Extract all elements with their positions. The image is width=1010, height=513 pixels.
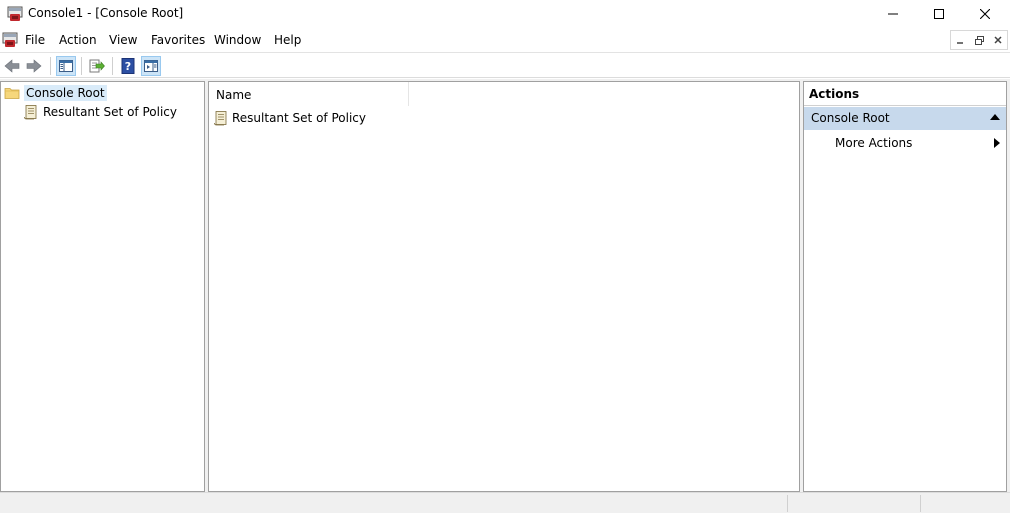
close-icon	[980, 9, 990, 19]
column-header-name[interactable]: Name	[209, 82, 409, 106]
action-pane-icon	[144, 60, 158, 72]
close-button[interactable]	[962, 0, 1008, 28]
menu-bar: File Action View Favorites Window Help	[0, 28, 1010, 52]
mdi-close-button[interactable]	[988, 31, 1007, 49]
status-separator	[920, 495, 921, 512]
maximize-button[interactable]	[916, 0, 962, 28]
show-hide-console-tree-button[interactable]	[56, 56, 76, 76]
restore-icon	[974, 35, 984, 45]
action-more-actions[interactable]: More Actions	[804, 132, 1006, 154]
mdi-window-controls	[950, 30, 1008, 50]
column-header-label: Name	[216, 88, 252, 102]
minimize-icon	[888, 13, 898, 15]
mdi-restore-button[interactable]	[970, 31, 989, 49]
status-bar	[0, 492, 1010, 513]
title-bar: Console1 - [Console Root]	[0, 0, 1010, 28]
list-item-label: Resultant Set of Policy	[232, 111, 366, 125]
menu-help[interactable]: Help	[274, 33, 301, 47]
toolbar-separator	[50, 57, 51, 75]
forward-icon	[26, 59, 42, 73]
help-button[interactable]: ?	[118, 56, 138, 76]
help-icon: ?	[121, 58, 135, 74]
policy-scroll-icon	[214, 111, 227, 126]
menu-favorites[interactable]: Favorites	[151, 33, 205, 47]
menu-window[interactable]: Window	[214, 33, 261, 47]
policy-scroll-icon	[24, 105, 37, 120]
minimize-icon	[957, 42, 964, 44]
list-item-resultant-set-of-policy[interactable]: Resultant Set of Policy	[213, 109, 366, 127]
mmc-app-icon[interactable]	[7, 6, 23, 22]
status-separator	[787, 495, 788, 512]
export-list-icon	[89, 59, 105, 73]
folder-icon	[4, 88, 20, 99]
menu-file[interactable]: File	[25, 33, 45, 47]
toolbar-separator	[81, 57, 82, 75]
tree-item-console-root[interactable]: Console Root	[4, 84, 107, 102]
back-icon	[4, 59, 20, 73]
window-title: Console1 - [Console Root]	[28, 6, 184, 20]
show-hide-action-pane-button[interactable]	[141, 56, 161, 76]
submenu-arrow-icon	[994, 138, 1000, 148]
forward-button[interactable]	[24, 56, 44, 76]
back-button[interactable]	[2, 56, 22, 76]
mmc-menu-icon[interactable]	[2, 32, 18, 48]
tree-item-label: Console Root	[24, 85, 107, 101]
maximize-icon	[934, 9, 944, 19]
actions-pane: Actions Console Root More Actions	[803, 81, 1007, 492]
menu-action[interactable]: Action	[59, 33, 97, 47]
results-pane[interactable]: Name Resultant Set of Policy	[208, 81, 800, 492]
tree-item-resultant-set-of-policy[interactable]: Resultant Set of Policy	[23, 103, 177, 121]
minimize-button[interactable]	[870, 0, 916, 28]
menu-view[interactable]: View	[109, 33, 137, 47]
mdi-minimize-button[interactable]	[951, 31, 970, 49]
collapse-up-icon	[990, 114, 1000, 120]
export-list-button[interactable]	[87, 56, 107, 76]
action-item-label: More Actions	[835, 136, 913, 150]
console-body: Console Root Resultant Set of Policy Nam…	[0, 79, 1010, 492]
svg-text:?: ?	[125, 60, 131, 73]
actions-header-label: Actions	[809, 87, 860, 101]
actions-header: Actions	[804, 82, 1006, 106]
toolbar: ?	[0, 52, 1010, 78]
close-icon	[994, 36, 1002, 44]
actions-section-console-root[interactable]: Console Root	[804, 107, 1006, 130]
console-tree-icon	[59, 60, 73, 72]
toolbar-separator	[112, 57, 113, 75]
actions-section-label: Console Root	[811, 111, 890, 125]
console-tree-pane[interactable]: Console Root Resultant Set of Policy	[0, 81, 205, 492]
tree-item-label: Resultant Set of Policy	[43, 105, 177, 119]
